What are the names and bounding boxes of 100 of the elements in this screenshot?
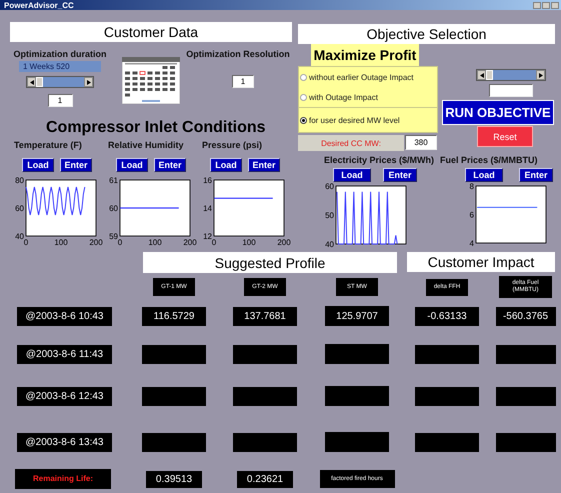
tick-label: 80 [15,176,24,185]
objective-tab[interactable]: Maximize Profit [311,44,419,66]
section-header: Customer Data [10,22,292,42]
tick-label: 61 [109,176,118,185]
tick-label: 6 [470,210,474,220]
plot-area [476,186,546,244]
section-title: Compressor Inlet Conditions [46,119,267,137]
objective-field[interactable] [489,84,533,97]
tick-label: 200 [277,238,291,247]
desired-field[interactable]: 380 [405,135,437,150]
plot-area [120,180,190,236]
section-header: Objective Selection [298,24,555,44]
data-line [336,191,398,244]
minimize-button[interactable] [533,2,541,8]
right-arrow-icon[interactable] [536,70,545,80]
tick-label: 40 [15,232,24,241]
value-cell [496,344,556,364]
duration-field[interactable]: 1 [48,94,72,107]
enter-button[interactable]: Enter [248,158,280,172]
time-cell: @2003-8-6 12:43 [17,386,112,406]
value-cell: 116.5729 [142,306,206,326]
close-button[interactable] [551,2,559,8]
value-cell: -560.3765 [496,306,556,326]
field-label: Optimization Resolution [186,49,290,59]
slider-thumb[interactable] [36,77,43,87]
window-title: PowerAdvisor_CC [4,0,74,10]
tick-label: 0 [212,238,216,247]
resolution-field[interactable]: 1 [232,75,254,88]
right-arrow-icon[interactable] [84,77,93,87]
input-label: Electricity Prices ($/MWh) [324,155,434,165]
load-button[interactable]: Load [22,158,54,172]
slider-thumb[interactable] [486,70,493,80]
enter-button[interactable]: Enter [60,158,92,172]
value-cell [496,386,556,406]
reset-button[interactable]: Reset [477,126,533,147]
tick-label: 4 [470,239,474,248]
value-cell [325,432,389,452]
remaining-life-label: Remaining Life: [15,469,111,489]
value-cell [415,386,479,406]
data-line [214,198,274,199]
input-label: Temperature (F) [14,140,82,150]
tick-label: 60 [325,182,334,191]
tick-label: 14 [203,204,212,213]
value-cell: 0.39513 [146,470,202,488]
load-button[interactable]: Load [210,158,242,172]
section-header: Suggested Profile [143,252,397,273]
tick-label: 100 [242,238,256,247]
tick-label: 16 [203,176,212,185]
value-cell [415,432,479,452]
plot-area [214,180,284,236]
left-arrow-icon[interactable] [27,77,36,87]
load-button[interactable]: Load [333,168,371,182]
enter-button[interactable]: Enter [383,168,417,182]
range-text: 1 Weeks 520 [19,61,101,72]
value-cell [233,386,297,406]
field-label: Optimization duration [14,49,106,59]
radio-button[interactable] [300,116,307,124]
radio-button[interactable] [300,74,307,80]
value-cell [233,344,297,364]
tick-label: 60 [15,204,24,213]
value-cell [142,386,206,406]
maximize-button[interactable] [542,2,550,8]
data-line [26,186,86,216]
input-label: Relative Humidity [108,140,184,150]
tick-label: 60 [109,204,118,213]
objective-slider[interactable] [476,69,546,81]
tick-label: 200 [183,238,197,247]
desired-label: Desired CC MW: [298,135,404,151]
radio-button[interactable] [300,94,307,100]
input-label: Pressure (psi) [202,140,262,150]
value-cell: -0.63133 [415,306,479,326]
tick-label: 8 [470,182,474,191]
time-cell: @2003-8-6 10:43 [17,306,112,326]
run-objective-button[interactable]: RUN OBJECTIVE [442,100,554,125]
radio-option[interactable]: without earlier Outage Impact [299,67,437,87]
tick-label: 0 [118,238,122,247]
tick-label: 0 [24,238,28,247]
value-cell [325,344,389,364]
radio-option[interactable]: for user desired MW level [299,107,437,132]
duration-slider[interactable] [26,76,94,88]
radio-option[interactable]: with Outage Impact [299,87,437,107]
tick-label: 200 [89,238,103,247]
tick-label: 40 [325,240,334,249]
value-cell [233,432,297,452]
value-cell: 125.9707 [325,306,389,326]
load-button[interactable]: Load [116,158,148,172]
value-cell: 0.23621 [237,470,293,488]
time-cell: @2003-8-6 13:43 [17,432,112,452]
value-cell [415,344,479,364]
tick-label: 12 [203,232,212,241]
plot-area [26,180,96,236]
enter-button[interactable]: Enter [154,158,186,172]
tick-label: 59 [109,232,118,241]
left-arrow-icon[interactable] [477,70,486,80]
enter-button[interactable]: Enter [519,168,553,182]
value-cell [142,344,206,364]
load-button[interactable]: Load [465,168,503,182]
calendar-drawing [122,57,180,104]
tick-label: 50 [325,211,334,220]
data-line [476,206,538,208]
